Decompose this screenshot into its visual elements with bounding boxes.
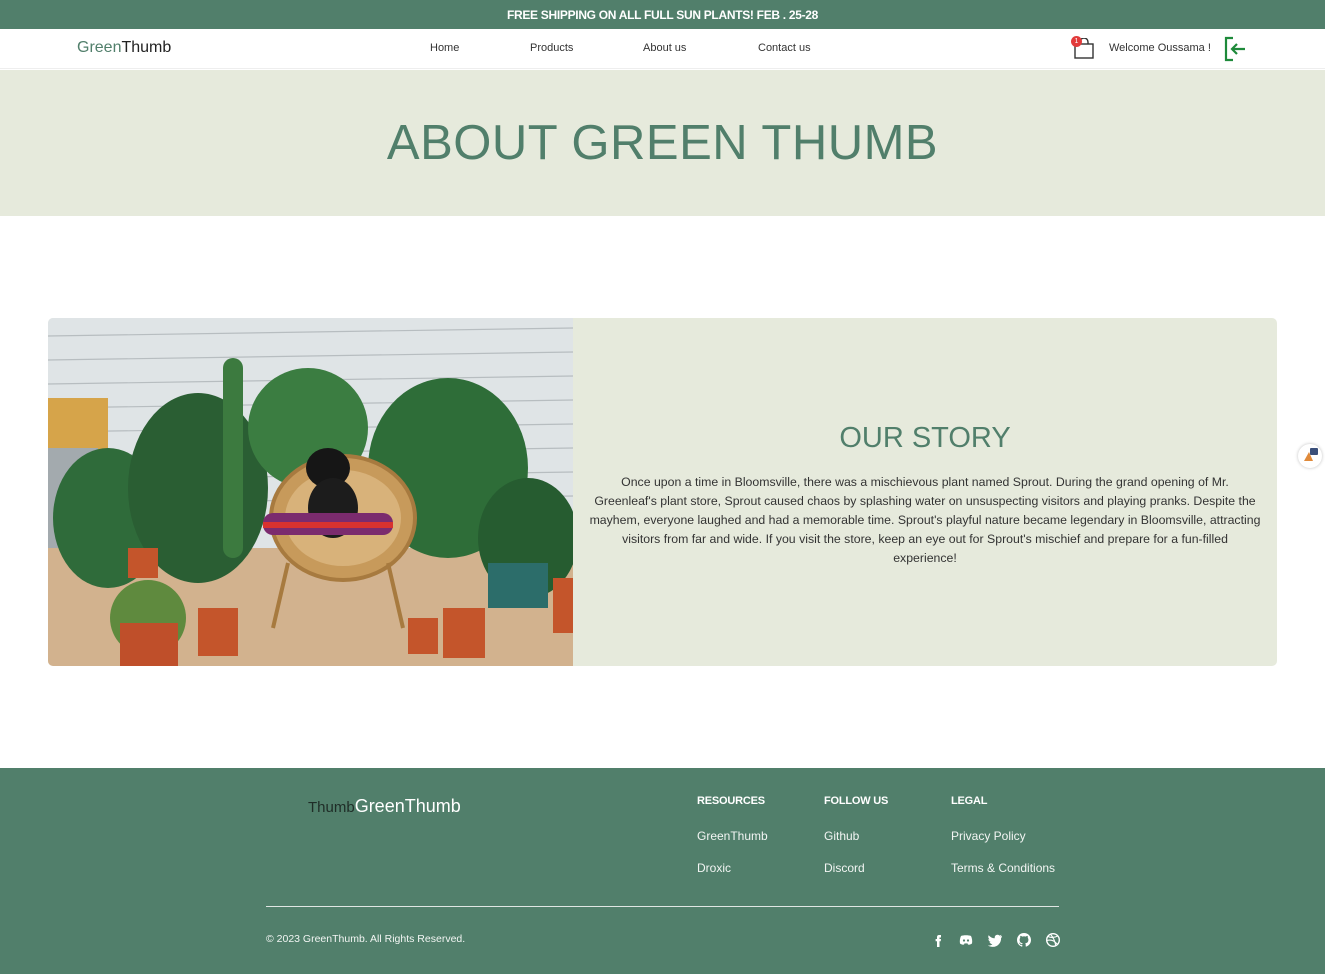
social-links: [930, 932, 1061, 948]
footer-link-privacy[interactable]: Privacy Policy: [951, 829, 1055, 843]
story-card: OUR STORY Once upon a time in Bloomsvill…: [48, 318, 1277, 666]
dribbble-icon[interactable]: [1045, 932, 1061, 948]
nav-products[interactable]: Products: [530, 42, 573, 54]
logout-button[interactable]: [1223, 36, 1247, 62]
cart-button[interactable]: 1: [1071, 36, 1095, 60]
discord-icon[interactable]: [958, 932, 974, 948]
story-body: Once upon a time in Bloomsville, there w…: [589, 475, 1261, 565]
logout-icon: [1224, 36, 1245, 62]
footer-heading: FOLLOW US: [824, 795, 889, 807]
footer-logo[interactable]: ThumbGreenThumb: [308, 796, 461, 817]
twitter-icon[interactable]: [987, 932, 1003, 948]
page-title: ABOUT GREEN THUMB: [386, 116, 939, 170]
footer-link-github[interactable]: Github: [824, 829, 888, 843]
footer-col-follow: FOLLOW US Github Discord: [824, 795, 888, 893]
footer-logo-part1: Thumb: [308, 799, 355, 816]
footer-heading: RESOURCES: [697, 795, 765, 807]
nav-home[interactable]: Home: [430, 42, 459, 54]
story-title: OUR STORY: [839, 422, 1011, 454]
promo-text: FREE SHIPPING ON ALL FULL SUN PLANTS! FE…: [506, 7, 819, 22]
footer-divider: [266, 906, 1059, 907]
site-footer: ThumbGreenThumb RESOURCES GreenThumb Dro…: [0, 768, 1325, 974]
footer-link-terms[interactable]: Terms & Conditions: [951, 861, 1055, 875]
copyright-text: © 2023 GreenThumb. All Rights Reserved.: [266, 933, 466, 945]
story-content: OUR STORY Once upon a time in Bloomsvill…: [573, 318, 1277, 666]
nav-contact[interactable]: Contact us: [758, 42, 811, 54]
github-icon[interactable]: [1016, 932, 1032, 948]
plant-shop-photo: [48, 318, 573, 666]
top-navbar: GreenThumb Home Products About us Contac…: [0, 29, 1325, 69]
cart-count-badge: 1: [1071, 36, 1082, 47]
chat-assistant-icon: [1304, 448, 1318, 461]
footer-link-greenthumb[interactable]: GreenThumb: [697, 829, 768, 843]
welcome-text: Welcome Oussama !: [1109, 42, 1211, 54]
footer-col-resources: RESOURCES GreenThumb Droxic: [697, 795, 768, 893]
footer-heading: LEGAL: [951, 795, 988, 807]
facebook-icon[interactable]: [930, 932, 946, 948]
hero-section: ABOUT GREEN THUMB: [0, 70, 1325, 216]
footer-link-discord[interactable]: Discord: [824, 861, 888, 875]
footer-col-legal: LEGAL Privacy Policy Terms & Conditions: [951, 795, 1055, 893]
footer-logo-part2: GreenThumb: [354, 796, 461, 816]
footer-link-droxic[interactable]: Droxic: [697, 861, 768, 875]
promo-banner: FREE SHIPPING ON ALL FULL SUN PLANTS! FE…: [0, 0, 1325, 29]
nav-about[interactable]: About us: [643, 42, 686, 54]
floating-widget[interactable]: [1298, 444, 1322, 468]
